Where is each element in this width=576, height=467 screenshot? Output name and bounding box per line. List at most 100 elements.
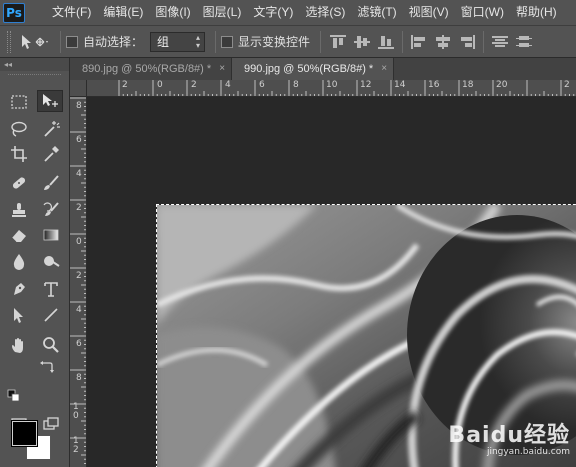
- align-bottom-edges-icon[interactable]: [378, 35, 395, 49]
- eyedropper-icon: [44, 146, 59, 162]
- swap-arrow-icon: [40, 361, 54, 373]
- auto-select-value: 组: [157, 35, 170, 49]
- close-icon[interactable]: ×: [381, 58, 387, 80]
- swap-colors-icon[interactable]: [38, 358, 56, 376]
- line-tool[interactable]: [38, 304, 64, 326]
- ruler-ticks: [70, 97, 86, 464]
- crop-tool[interactable]: [6, 143, 32, 165]
- auto-select-dropdown[interactable]: 组 ▴ ▾: [150, 31, 206, 52]
- document-tabs: 890.jpg @ 50%(RGB/8#) * × 990.jpg @ 50%(…: [70, 58, 576, 80]
- horizontal-ruler[interactable]: 2 0 2 4 6 8 10 12 14 16 18 20 2: [70, 80, 576, 97]
- path-selection-tool[interactable]: [6, 304, 32, 326]
- screen-mode-icon: [43, 417, 59, 430]
- watermark-main: Baidu经验: [448, 423, 570, 448]
- distribute-top-edges-icon[interactable]: [492, 35, 509, 49]
- collapse-panel-icon[interactable]: ◂◂: [0, 58, 69, 71]
- tab-label: 890.jpg @ 50%(RGB/8#) *: [82, 63, 212, 75]
- align-left-edges-icon[interactable]: [411, 34, 427, 49]
- dodge-icon: [44, 256, 60, 267]
- lasso-icon: [11, 121, 27, 137]
- eraser-tool[interactable]: [6, 224, 32, 246]
- auto-select-label: 自动选择：: [83, 35, 144, 49]
- pen-icon: [14, 283, 25, 295]
- healing-brush-tool[interactable]: [6, 172, 32, 194]
- tools-panel: ◂◂: [0, 58, 70, 467]
- tab-890-jpg[interactable]: 890.jpg @ 50%(RGB/8#) * ×: [70, 58, 233, 80]
- brush-tool[interactable]: [38, 172, 64, 194]
- foreground-color-swatch[interactable]: [11, 420, 38, 447]
- updown-arrows-icon: ▴ ▾: [196, 32, 201, 50]
- history-brush-icon: [43, 202, 59, 216]
- baidu-watermark: Baidu经验 jingyan.baidu.com: [448, 417, 570, 457]
- screen-mode-tool[interactable]: [38, 413, 64, 435]
- type-icon: [44, 282, 58, 297]
- vertical-ruler[interactable]: 8 6 4 2 0 2 4 6 8 1 0 1 2: [70, 97, 87, 467]
- menu-edit[interactable]: 编辑(E): [97, 0, 149, 25]
- menu-view[interactable]: 视图(V): [403, 0, 455, 25]
- distribute-vertical-centers-icon[interactable]: [516, 35, 533, 49]
- bandage-icon: [12, 177, 26, 189]
- eyedropper-tool[interactable]: [38, 143, 64, 165]
- menu-image[interactable]: 图像(I): [149, 0, 196, 25]
- menu-window[interactable]: 窗口(W): [455, 0, 510, 25]
- clone-stamp-tool[interactable]: [6, 199, 32, 221]
- gradient-icon: [43, 229, 59, 241]
- menu-layer[interactable]: 图层(L): [197, 0, 248, 25]
- history-brush-tool[interactable]: [38, 199, 64, 221]
- menu-bar: Ps 文件(F) 编辑(E) 图像(I) 图层(L) 文字(Y) 选择(S) 滤…: [0, 0, 576, 25]
- eraser-icon: [11, 230, 26, 243]
- align-right-edges-icon[interactable]: [459, 34, 476, 49]
- drop-icon: [13, 254, 25, 270]
- show-transform-checkbox[interactable]: [221, 35, 234, 48]
- menu-select[interactable]: 选择(S): [299, 0, 351, 25]
- hand-icon: [12, 338, 23, 353]
- close-icon[interactable]: ×: [219, 58, 225, 80]
- menu-filter[interactable]: 滤镜(T): [351, 0, 402, 25]
- path-select-icon: [14, 308, 23, 323]
- default-colors-glyph: [7, 389, 20, 402]
- marquee-tool[interactable]: [6, 91, 32, 113]
- blur-tool[interactable]: [6, 250, 32, 272]
- separator: [320, 30, 322, 53]
- move-tool-icon: [22, 34, 48, 49]
- line-icon: [44, 308, 58, 322]
- magic-wand-tool[interactable]: [38, 118, 64, 140]
- show-transform-label: 显示变换控件: [238, 35, 311, 49]
- default-colors-icon[interactable]: [7, 389, 21, 403]
- separator: [483, 30, 485, 53]
- options-grip[interactable]: [7, 30, 11, 53]
- menu-file[interactable]: 文件(F): [46, 0, 97, 25]
- align-top-edges-icon[interactable]: [330, 34, 347, 49]
- menu-items: 文件(F) 编辑(E) 图像(I) 图层(L) 文字(Y) 选择(S) 滤镜(T…: [46, 0, 563, 25]
- canvas-workspace[interactable]: Baidu经验 jingyan.baidu.com: [88, 98, 576, 467]
- separator: [402, 30, 404, 53]
- move-tool[interactable]: [37, 90, 63, 112]
- magnifier-icon: [43, 337, 59, 353]
- options-bar: 自动选择： 组 ▴ ▾ 显示变换控件: [0, 25, 576, 58]
- lasso-tool[interactable]: [6, 118, 32, 140]
- separator: [60, 30, 61, 53]
- move-icon: [43, 94, 58, 107]
- align-horizontal-centers-icon[interactable]: [435, 34, 451, 49]
- tab-990-jpg[interactable]: 990.jpg @ 50%(RGB/8#) * ×: [232, 58, 395, 80]
- align-vertical-centers-icon[interactable]: [354, 35, 371, 49]
- dodge-tool[interactable]: [38, 250, 64, 272]
- align-buttons: [326, 30, 536, 53]
- stamp-icon: [12, 203, 26, 217]
- zoom-tool[interactable]: [38, 334, 64, 356]
- menu-type[interactable]: 文字(Y): [247, 0, 299, 25]
- auto-select-checkbox[interactable]: [66, 35, 78, 48]
- photoshop-logo: Ps: [3, 2, 25, 23]
- pen-tool[interactable]: [6, 278, 32, 300]
- hand-tool[interactable]: [6, 334, 32, 356]
- rectangular-marquee-icon: [11, 95, 27, 109]
- panel-grip[interactable]: [8, 74, 61, 79]
- gradient-tool[interactable]: [38, 224, 64, 246]
- tab-label: 990.jpg @ 50%(RGB/8#) *: [244, 63, 374, 75]
- ruler-ticks: [118, 80, 575, 96]
- menu-help[interactable]: 帮助(H): [510, 0, 563, 25]
- move-tool-preset-picker[interactable]: [19, 34, 55, 50]
- ruler-origin[interactable]: [70, 80, 87, 97]
- type-tool[interactable]: [38, 278, 64, 300]
- separator: [215, 30, 217, 53]
